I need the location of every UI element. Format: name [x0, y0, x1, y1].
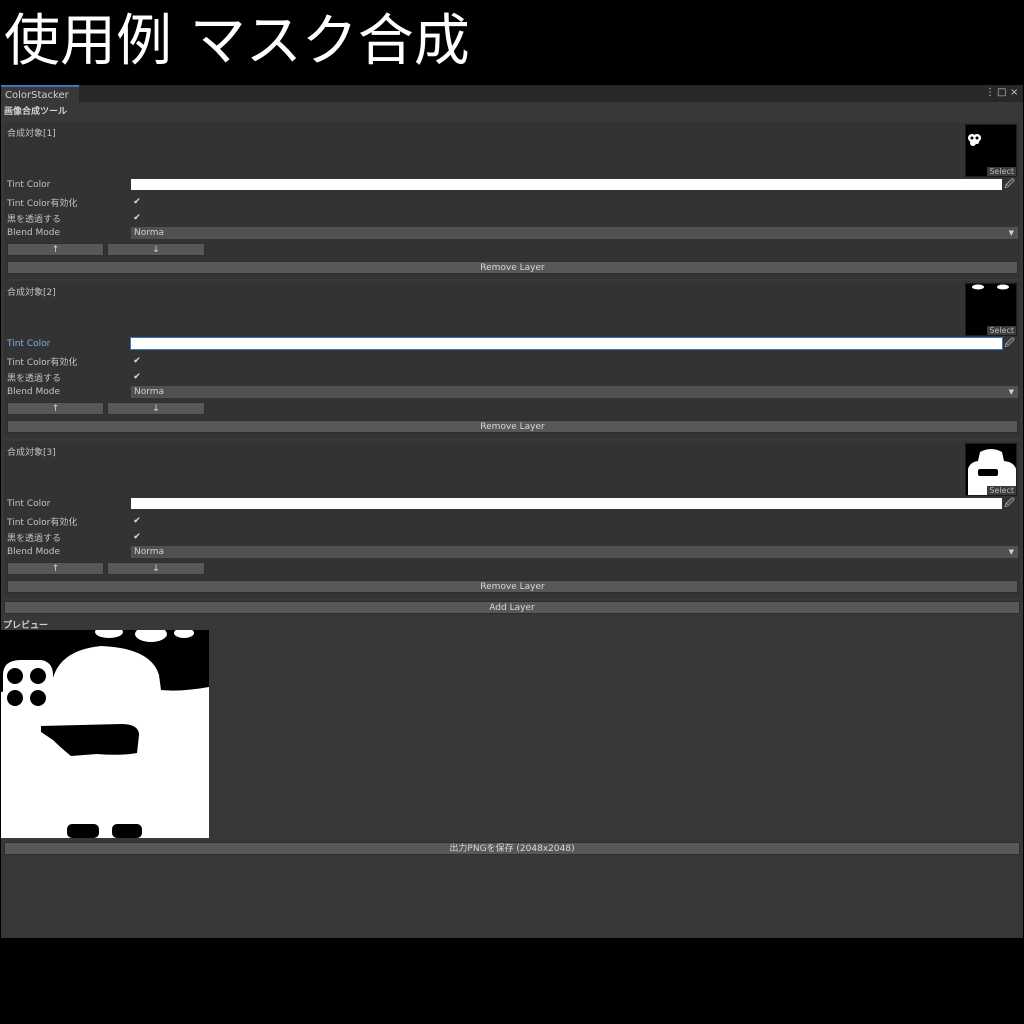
colorstacker-window: ColorStacker ⋮ □ × 画像合成ツール 合成対象[1] Selec…	[1, 85, 1023, 938]
close-icon[interactable]: ×	[1010, 86, 1018, 100]
blend-mode-label: Blend Mode	[7, 387, 61, 397]
texture-select-button[interactable]: Select	[987, 167, 1016, 176]
black-transparent-checkbox[interactable]: ✔	[132, 532, 142, 542]
move-up-button[interactable]: ↑	[7, 243, 104, 256]
tint-color-label: Tint Color	[7, 499, 51, 509]
window-tab[interactable]: ColorStacker	[1, 85, 79, 102]
tint-enable-checkbox[interactable]: ✔	[132, 197, 142, 207]
dropdown-arrow-icon: ▼	[1008, 548, 1014, 556]
tint-color-label: Tint Color	[7, 339, 51, 349]
move-up-button[interactable]: ↑	[7, 402, 104, 415]
move-down-button[interactable]: ↓	[107, 402, 205, 415]
tint-color-field[interactable]	[131, 498, 1002, 509]
black-transparent-checkbox[interactable]: ✔	[132, 372, 142, 382]
black-transparent-label: 黒を透過する	[7, 534, 62, 544]
move-down-button[interactable]: ↓	[107, 562, 205, 575]
tint-enable-label: Tint Color有効化	[7, 518, 78, 528]
layer-title: 合成対象[3]	[7, 448, 56, 458]
layer-texture-thumbnail[interactable]: Select	[965, 443, 1017, 496]
blend-mode-dropdown[interactable]: Norma ▼	[131, 546, 1018, 558]
save-png-button[interactable]: 出力PNGを保存 (2048x2048)	[4, 842, 1020, 855]
add-layer-button[interactable]: Add Layer	[4, 601, 1020, 614]
eyedropper-icon[interactable]: 🖉	[1003, 337, 1016, 350]
remove-layer-button[interactable]: Remove Layer	[7, 420, 1018, 433]
tint-enable-label: Tint Color有効化	[7, 358, 78, 368]
dropdown-arrow-icon: ▼	[1008, 229, 1014, 237]
eyedropper-icon[interactable]: 🖉	[1003, 178, 1016, 191]
maximize-icon[interactable]: □	[997, 86, 1006, 100]
blend-mode-dropdown[interactable]: Norma ▼	[131, 227, 1018, 239]
move-up-button[interactable]: ↑	[7, 562, 104, 575]
preview-mask-graphic	[1, 626, 209, 838]
blend-mode-value: Norma	[134, 228, 165, 238]
layer-texture-thumbnail[interactable]: Select	[965, 124, 1017, 177]
black-transparent-label: 黒を透過する	[7, 215, 62, 225]
tint-enable-label: Tint Color有効化	[7, 199, 78, 209]
move-down-button[interactable]: ↓	[107, 243, 205, 256]
page-banner-title: 使用例 マスク合成	[4, 9, 470, 74]
blend-mode-value: Norma	[134, 547, 165, 557]
layer-panel-3: 合成対象[3] Select Tint Color 🖉 Tint Color有効…	[4, 441, 1020, 598]
tint-color-field[interactable]	[130, 337, 1003, 350]
dropdown-arrow-icon: ▼	[1008, 388, 1014, 396]
texture-select-button[interactable]: Select	[987, 486, 1016, 495]
texture-select-button[interactable]: Select	[987, 326, 1016, 335]
black-transparent-checkbox[interactable]: ✔	[132, 213, 142, 223]
tint-color-field[interactable]	[131, 179, 1002, 190]
layer-texture-thumbnail[interactable]: Select	[965, 283, 1017, 336]
layer-panel-2: 合成対象[2] Select Tint Color 🖉 Tint Color有効…	[4, 281, 1020, 438]
blend-mode-value: Norma	[134, 387, 165, 397]
tint-enable-checkbox[interactable]: ✔	[132, 356, 142, 366]
tool-title: 画像合成ツール	[4, 107, 68, 117]
black-transparent-label: 黒を透過する	[7, 374, 62, 384]
blend-mode-label: Blend Mode	[7, 547, 61, 557]
eyedropper-icon[interactable]: 🖉	[1003, 497, 1016, 510]
window-menu-icon[interactable]: ⋮	[985, 86, 995, 100]
layer-title: 合成対象[1]	[7, 129, 56, 139]
layer-panel-1: 合成対象[1] Select Tint Color 🖉 Tint Color有効…	[4, 122, 1020, 279]
tint-color-label: Tint Color	[7, 180, 51, 190]
remove-layer-button[interactable]: Remove Layer	[7, 261, 1018, 274]
layer-title: 合成対象[2]	[7, 288, 56, 298]
blend-mode-label: Blend Mode	[7, 228, 61, 238]
window-tab-strip: ColorStacker ⋮ □ ×	[1, 85, 1023, 102]
remove-layer-button[interactable]: Remove Layer	[7, 580, 1018, 593]
blend-mode-dropdown[interactable]: Norma ▼	[131, 386, 1018, 398]
tint-enable-checkbox[interactable]: ✔	[132, 516, 142, 526]
composite-preview-image	[1, 626, 209, 838]
